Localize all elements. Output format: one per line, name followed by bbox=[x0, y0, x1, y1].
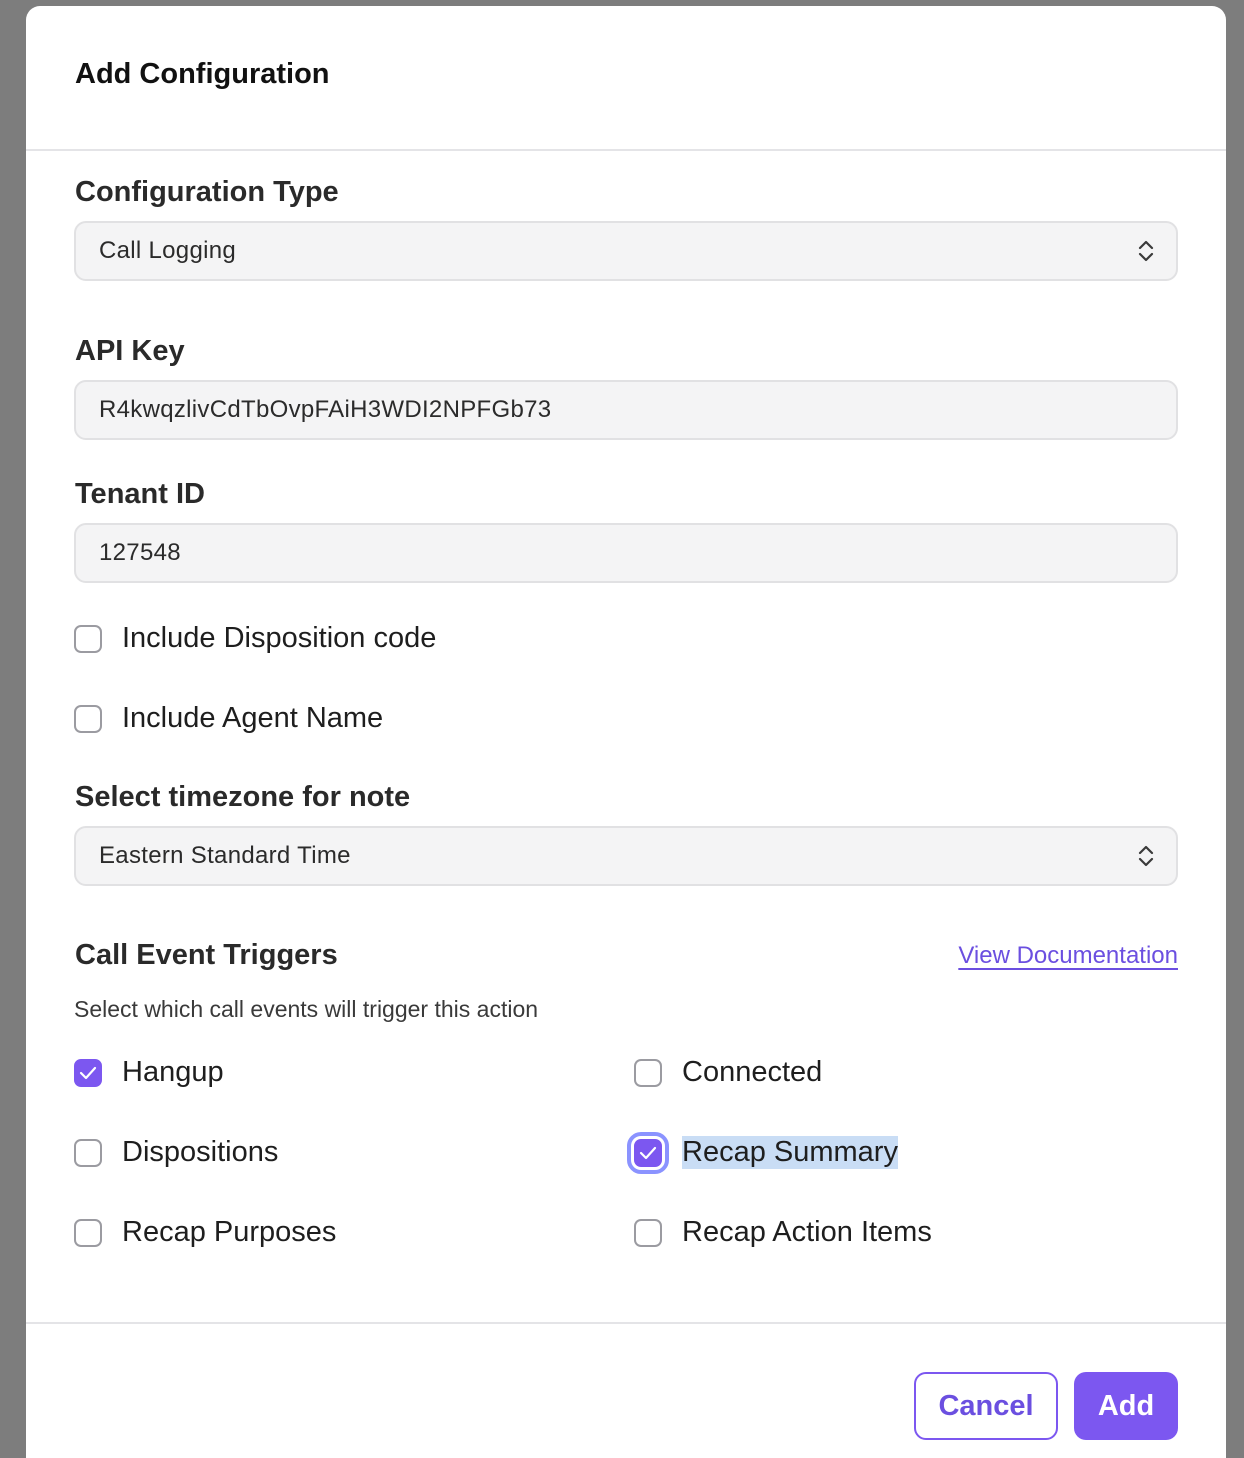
trigger-recap-action-items-checkbox[interactable] bbox=[634, 1218, 662, 1247]
trigger-recap-summary-label: Recap Summary bbox=[682, 1136, 898, 1169]
checkmark-icon bbox=[639, 1146, 657, 1159]
trigger-recap-summary-checkbox[interactable] bbox=[627, 1131, 669, 1174]
trigger-hangup-checkbox[interactable] bbox=[74, 1058, 102, 1087]
tenant-id-label: Tenant ID bbox=[75, 478, 205, 510]
api-key-label: API Key bbox=[75, 335, 185, 367]
api-key-value: R4kwqzlivCdTbOvpFAiH3WDI2NPFGb73 bbox=[99, 396, 552, 423]
include-disposition-code-option[interactable]: Include Disposition code bbox=[74, 622, 436, 655]
trigger-recap-purposes-label: Recap Purposes bbox=[122, 1216, 337, 1248]
trigger-connected-label: Connected bbox=[682, 1056, 823, 1088]
call-event-triggers-title: Call Event Triggers bbox=[75, 939, 338, 971]
timezone-label: Select timezone for note bbox=[75, 781, 411, 813]
cancel-button[interactable]: Cancel bbox=[914, 1372, 1058, 1440]
configuration-type-label: Configuration Type bbox=[75, 176, 339, 208]
timezone-select[interactable]: Eastern Standard Time bbox=[74, 826, 1178, 886]
dialog-header: Add Configuration bbox=[26, 6, 1226, 151]
trigger-recap-action-items-label: Recap Action Items bbox=[682, 1216, 932, 1248]
footer-divider bbox=[26, 1322, 1226, 1324]
tenant-id-input[interactable]: 127548 bbox=[74, 523, 1178, 583]
trigger-dispositions-checkbox[interactable] bbox=[74, 1138, 102, 1167]
chevron-up-down-icon bbox=[1138, 845, 1154, 867]
tenant-id-value: 127548 bbox=[99, 539, 181, 566]
trigger-dispositions[interactable]: Dispositions bbox=[74, 1136, 278, 1169]
trigger-recap-action-items[interactable]: Recap Action Items bbox=[634, 1216, 932, 1249]
trigger-recap-summary[interactable]: Recap Summary bbox=[627, 1131, 898, 1174]
call-event-triggers-description: Select which call events will trigger th… bbox=[74, 996, 539, 1022]
add-button[interactable]: Add bbox=[1074, 1372, 1178, 1440]
include-agent-name-label: Include Agent Name bbox=[122, 702, 384, 734]
trigger-hangup[interactable]: Hangup bbox=[74, 1056, 224, 1089]
timezone-value: Eastern Standard Time bbox=[99, 842, 351, 869]
configuration-type-select[interactable]: Call Logging bbox=[74, 221, 1178, 281]
include-agent-name-option[interactable]: Include Agent Name bbox=[74, 702, 383, 735]
trigger-connected[interactable]: Connected bbox=[634, 1056, 822, 1089]
trigger-recap-purposes-checkbox[interactable] bbox=[74, 1218, 102, 1247]
add-configuration-dialog: Add Configuration Configuration Type Cal… bbox=[26, 6, 1226, 1458]
configuration-type-value: Call Logging bbox=[99, 237, 237, 264]
include-disposition-code-checkbox[interactable] bbox=[74, 624, 102, 653]
trigger-connected-checkbox[interactable] bbox=[634, 1058, 662, 1087]
include-agent-name-checkbox[interactable] bbox=[74, 704, 102, 733]
trigger-dispositions-label: Dispositions bbox=[122, 1136, 279, 1168]
trigger-hangup-label: Hangup bbox=[122, 1056, 224, 1088]
include-disposition-code-label: Include Disposition code bbox=[122, 622, 437, 654]
view-documentation-link[interactable]: View Documentation bbox=[958, 942, 1178, 970]
trigger-recap-purposes[interactable]: Recap Purposes bbox=[74, 1216, 336, 1249]
api-key-input[interactable]: R4kwqzlivCdTbOvpFAiH3WDI2NPFGb73 bbox=[74, 380, 1178, 440]
chevron-up-down-icon bbox=[1138, 240, 1154, 262]
dialog-title: Add Configuration bbox=[75, 58, 330, 90]
checkmark-icon bbox=[79, 1066, 97, 1079]
